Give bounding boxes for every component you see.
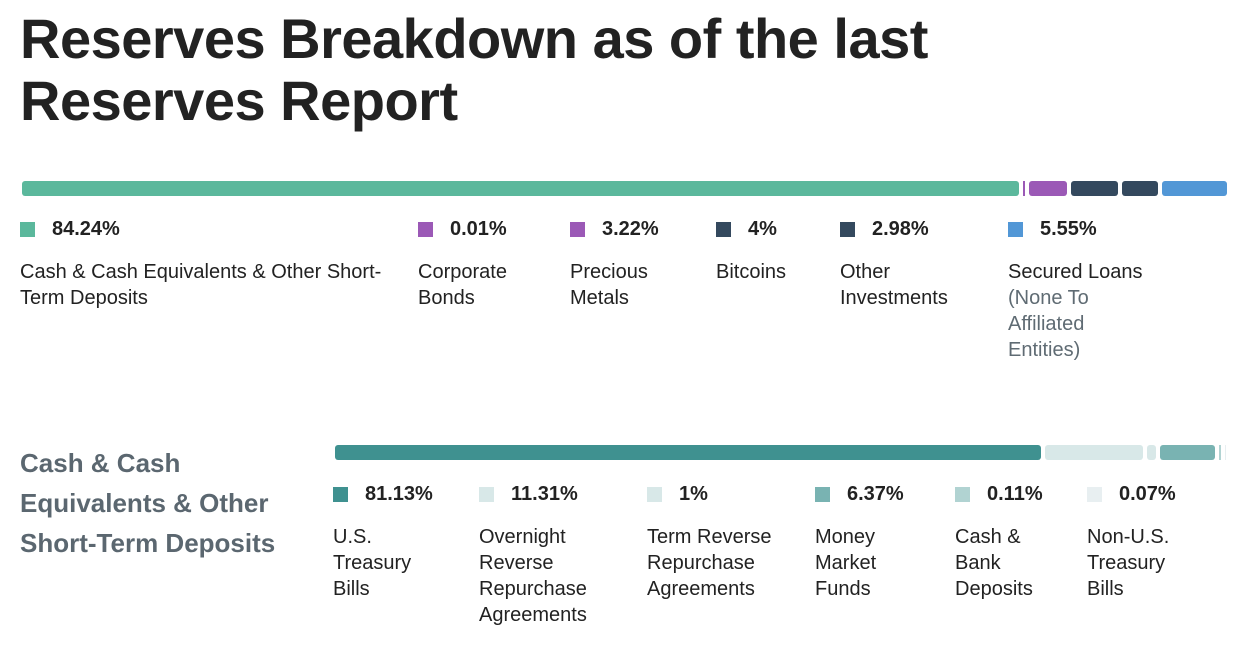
bar-segment-secured-loans xyxy=(1161,181,1228,196)
legend-item-corporate-bonds: 0.01% Corporate Bonds xyxy=(418,217,558,311)
legend-swatch xyxy=(955,486,970,502)
legend-value: 1% xyxy=(679,482,708,505)
bar-segment-other-investments xyxy=(1122,181,1158,196)
legend-swatch xyxy=(479,486,494,502)
bar-segment-corporate-bonds xyxy=(1023,181,1025,196)
legend-item-money-market-funds: 6.37% Money Market Funds xyxy=(815,482,945,602)
legend-item-bitcoins: 4% Bitcoins xyxy=(716,217,826,285)
legend-swatch xyxy=(815,486,830,502)
legend-value: 5.55% xyxy=(1040,217,1097,240)
legend-value: 11.31% xyxy=(511,482,578,505)
legend-value: 81.13% xyxy=(365,482,433,505)
legend-value: 3.22% xyxy=(602,217,659,240)
legend-swatch xyxy=(716,221,731,237)
legend-label: Non-U.S. Treasury Bills xyxy=(1087,526,1170,600)
legend-swatch xyxy=(647,486,662,502)
legend-value: 84.24% xyxy=(52,217,120,240)
bar-segment-overnight-reverse-repurchase-agreements xyxy=(1044,445,1144,460)
legend-item-cash: 84.24% Cash & Cash Equivalents & Other S… xyxy=(20,217,400,311)
legend-value: 0.11% xyxy=(987,482,1043,505)
legend-item-non-us-treasury-bills: 0.07% Non-U.S. Treasury Bills xyxy=(1087,482,1227,602)
bar-segment-term-reverse-repurchase-agreements xyxy=(1147,445,1156,460)
legend-value: 0.01% xyxy=(450,217,507,240)
reserves-stacked-bar xyxy=(22,181,1228,196)
legend-swatch xyxy=(1087,486,1102,502)
legend-item-precious-metals: 3.22% Precious Metals xyxy=(570,217,700,311)
legend-label: Corporate Bonds xyxy=(418,261,507,309)
bar-segment-cash-cash-equivalents-other-short-term-deposits xyxy=(22,181,1020,196)
legend-item-term-reverse-repo: 1% Term Reverse Repurchase Agreements xyxy=(647,482,797,602)
cash-breakdown-stacked-bar xyxy=(335,445,1227,460)
legend-label: Money Market Funds xyxy=(815,526,877,600)
legend-swatch xyxy=(20,221,35,237)
legend-label: U.S. Treasury Bills xyxy=(333,526,412,600)
legend-swatch xyxy=(418,221,433,237)
legend-label: Cash & Bank Deposits xyxy=(955,526,1033,600)
bar-segment-money-market-funds xyxy=(1160,445,1216,460)
legend-item-overnight-reverse-repo: 11.31% Overnight Reverse Repurchase Agre… xyxy=(479,482,629,628)
legend-value: 0.07% xyxy=(1119,482,1176,505)
legend-label: Cash & Cash Equivalents & Other Short-Te… xyxy=(20,261,382,309)
legend-item-other-investments: 2.98% Other Investments xyxy=(840,217,990,311)
legend-label: Precious Metals xyxy=(570,261,648,309)
bar-segment-precious-metals xyxy=(1028,181,1067,196)
legend-value: 4% xyxy=(748,217,777,240)
legend-item-cash-bank-deposits: 0.11% Cash & Bank Deposits xyxy=(955,482,1085,602)
legend-swatch xyxy=(1008,221,1023,237)
legend-item-secured-loans: 5.55% Secured Loans (None To Affiliated … xyxy=(1008,217,1198,363)
legend-label: Term Reverse Repurchase Agreements xyxy=(647,526,772,600)
bar-segment-cash-bank-deposits xyxy=(1219,445,1221,460)
bar-segment-bitcoins xyxy=(1071,181,1119,196)
legend-swatch xyxy=(333,486,348,502)
bar-segment-u-s-treasury-bills xyxy=(335,445,1041,460)
legend-label: Secured Loans xyxy=(1008,261,1143,283)
page-title: Reserves Breakdown as of the last Reserv… xyxy=(20,7,928,132)
legend-label: Bitcoins xyxy=(716,261,787,283)
legend-swatch xyxy=(840,221,855,237)
legend-item-us-treasury-bills: 81.13% U.S. Treasury Bills xyxy=(333,482,463,602)
legend-value: 2.98% xyxy=(872,217,929,240)
legend-value: 6.37% xyxy=(847,482,904,505)
bar-segment-non-u-s-treasury-bills xyxy=(1224,445,1227,460)
legend-label: Other Investments xyxy=(840,261,948,309)
legend-swatch xyxy=(570,221,585,237)
section-title: Cash & Cash Equivalents & Other Short-Te… xyxy=(20,448,276,558)
legend-label: Overnight Reverse Repurchase Agreements xyxy=(479,526,587,626)
legend-note: (None To Affiliated Entities) xyxy=(1008,287,1089,361)
